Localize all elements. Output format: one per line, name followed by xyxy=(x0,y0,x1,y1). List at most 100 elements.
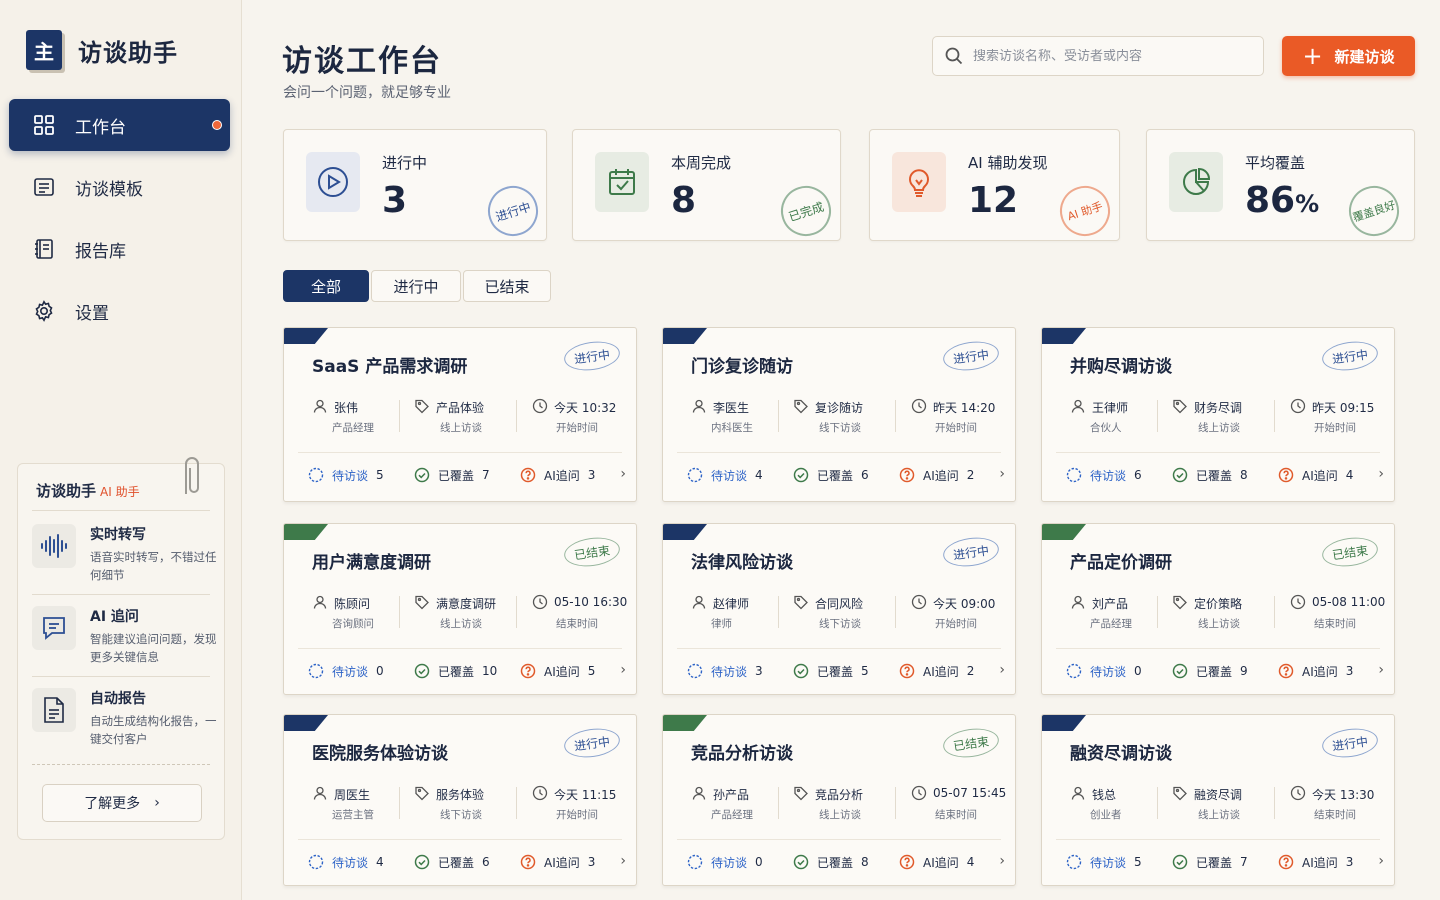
interview-card[interactable]: 融资尽调访谈 进行中 钱总 创业者 融资尽调 线上访谈 今天 13:30 结束时… xyxy=(1041,714,1395,886)
time-label: 开始时间 xyxy=(935,422,977,434)
search-box[interactable] xyxy=(932,36,1264,76)
question-circle-icon xyxy=(1278,467,1294,483)
sidebar-item-reports[interactable]: 报告库 xyxy=(9,223,230,275)
pending-count[interactable]: 待访谈 4 xyxy=(308,853,384,871)
ai-value: 5 xyxy=(587,664,596,678)
chevron-right-icon[interactable]: › xyxy=(620,853,626,869)
ai-followup-count[interactable]: AI追问 3 xyxy=(1278,662,1353,680)
chevron-right-icon[interactable]: › xyxy=(1378,853,1384,869)
covered-label: 已覆盖 xyxy=(817,468,854,483)
pending-count[interactable]: 待访谈 0 xyxy=(308,662,384,680)
new-interview-button[interactable]: + 新建访谈 xyxy=(1282,36,1415,76)
sidebar-item-settings[interactable]: 设置 xyxy=(9,285,230,337)
pending-label: 待访谈 xyxy=(711,855,748,870)
person-icon xyxy=(1070,594,1086,610)
covered-count[interactable]: 已覆盖 7 xyxy=(1172,853,1248,871)
pending-value: 5 xyxy=(1134,855,1142,869)
interview-card[interactable]: 用户满意度调研 已结束 陈顾问 咨询顾问 满意度调研 线上访谈 05-10 16… xyxy=(283,523,637,695)
ai-followup-count[interactable]: AI追问 2 xyxy=(899,466,974,484)
card-corner-accent xyxy=(663,715,707,731)
interview-card[interactable]: 门诊复诊随访 进行中 李医生 内科医生 复诊随访 线下访谈 昨天 14:20 开… xyxy=(662,327,1016,502)
topic-name: 定价策略 xyxy=(1194,597,1243,611)
ai-followup-count[interactable]: AI追问 3 xyxy=(520,466,595,484)
clock-icon xyxy=(1290,594,1306,610)
person-role: 内科医生 xyxy=(711,422,753,434)
feature-desc: 智能建议追问问题，发现更多关键信息 xyxy=(90,632,217,664)
interview-card[interactable]: SaaS 产品需求调研 进行中 张伟 产品经理 产品体验 线上访谈 今天 10:… xyxy=(283,327,637,502)
check-circle-icon xyxy=(1172,663,1188,679)
interview-card[interactable]: 产品定价调研 已结束 刘产品 产品经理 定价策略 线上访谈 05-08 11:0… xyxy=(1041,523,1395,695)
interview-card[interactable]: 竞品分析访谈 已结束 孙产品 产品经理 竞品分析 线上访谈 05-07 15:4… xyxy=(662,714,1016,886)
covered-count[interactable]: 已覆盖 9 xyxy=(1172,662,1248,680)
question-circle-icon xyxy=(520,467,536,483)
pending-count[interactable]: 待访谈 5 xyxy=(308,466,384,484)
divider xyxy=(677,648,1001,649)
time-label: 结束时间 xyxy=(935,809,977,821)
person-name: 周医生 xyxy=(334,788,371,802)
sidebar-item-workbench[interactable]: 工作台 xyxy=(9,99,230,151)
sidebar-item-label: 设置 xyxy=(75,303,109,324)
page-subtitle: 会问一个问题，就足够专业 xyxy=(283,85,451,101)
divider xyxy=(516,596,517,628)
pending-count[interactable]: 待访谈 4 xyxy=(687,466,763,484)
topic-name: 财务尽调 xyxy=(1194,401,1243,415)
ai-followup-count[interactable]: AI追问 3 xyxy=(1278,853,1353,871)
ai-followup-count[interactable]: AI追问 5 xyxy=(520,662,595,680)
sidebar-item-templates[interactable]: 访谈模板 xyxy=(9,161,230,213)
check-circle-icon xyxy=(793,467,809,483)
chevron-right-icon[interactable]: › xyxy=(999,853,1005,869)
brand[interactable]: 主 访谈助手 xyxy=(26,30,178,70)
person-icon xyxy=(691,785,707,801)
notification-dot xyxy=(212,120,222,130)
covered-count[interactable]: 已覆盖 8 xyxy=(1172,466,1248,484)
tab-in-progress[interactable]: 进行中 xyxy=(371,270,461,302)
covered-label: 已覆盖 xyxy=(817,855,854,870)
divider xyxy=(778,400,779,432)
pending-count[interactable]: 待访谈 0 xyxy=(687,853,763,871)
pending-count[interactable]: 待访谈 5 xyxy=(1066,853,1142,871)
covered-count[interactable]: 已覆盖 10 xyxy=(414,662,497,680)
ai-followup-count[interactable]: AI追问 2 xyxy=(899,662,974,680)
covered-count[interactable]: 已覆盖 6 xyxy=(793,466,869,484)
stat-card-in-progress: 进行中 3 进行中 xyxy=(283,129,547,243)
time-value: 昨天 09:15 xyxy=(1312,401,1375,415)
ai-followup-count[interactable]: AI追问 3 xyxy=(520,853,595,871)
pending-value: 6 xyxy=(1134,468,1142,482)
chevron-right-icon: › xyxy=(154,795,160,811)
chevron-right-icon[interactable]: › xyxy=(999,466,1005,482)
ai-value: 2 xyxy=(966,468,975,482)
tab-finished[interactable]: 已结束 xyxy=(463,270,551,302)
interview-card[interactable]: 医院服务体验访谈 进行中 周医生 运营主管 服务体验 线下访谈 今天 11:15… xyxy=(283,714,637,886)
tag-icon xyxy=(414,785,430,801)
learn-more-button[interactable]: 了解更多 › xyxy=(42,784,202,822)
interview-card[interactable]: 并购尽调访谈 进行中 王律师 合伙人 财务尽调 线上访谈 昨天 09:15 开始… xyxy=(1041,327,1395,502)
card-title: 竞品分析访谈 xyxy=(691,744,793,764)
topic-name: 产品体验 xyxy=(436,401,485,415)
search-input[interactable] xyxy=(973,48,1243,64)
time-label: 开始时间 xyxy=(556,809,598,821)
pending-count[interactable]: 待访谈 0 xyxy=(1066,662,1142,680)
covered-count[interactable]: 已覆盖 6 xyxy=(414,853,490,871)
covered-count[interactable]: 已覆盖 5 xyxy=(793,662,869,680)
covered-count[interactable]: 已覆盖 8 xyxy=(793,853,869,871)
covered-count[interactable]: 已覆盖 7 xyxy=(414,466,490,484)
card-title: SaaS 产品需求调研 xyxy=(312,357,468,377)
tag-icon xyxy=(793,594,809,610)
person-icon xyxy=(312,398,328,414)
pending-count[interactable]: 待访谈 3 xyxy=(687,662,763,680)
chevron-right-icon[interactable]: › xyxy=(999,662,1005,678)
interview-mode: 线上访谈 xyxy=(440,422,482,434)
tab-all[interactable]: 全部 xyxy=(283,270,369,302)
ai-label: AI追问 xyxy=(923,468,959,483)
time-label: 开始时间 xyxy=(1314,422,1356,434)
chevron-right-icon[interactable]: › xyxy=(620,466,626,482)
ai-followup-count[interactable]: AI追问 4 xyxy=(1278,466,1353,484)
pending-count[interactable]: 待访谈 6 xyxy=(1066,466,1142,484)
chevron-right-icon[interactable]: › xyxy=(1378,662,1384,678)
waveform-icon xyxy=(32,524,76,568)
chevron-right-icon[interactable]: › xyxy=(620,662,626,678)
app-name: 访谈助手 xyxy=(78,38,178,67)
ai-followup-count[interactable]: AI追问 4 xyxy=(899,853,974,871)
interview-card[interactable]: 法律风险访谈 进行中 赵律师 律师 合同风险 线下访谈 今天 09:00 开始时… xyxy=(662,523,1016,695)
chevron-right-icon[interactable]: › xyxy=(1378,466,1384,482)
